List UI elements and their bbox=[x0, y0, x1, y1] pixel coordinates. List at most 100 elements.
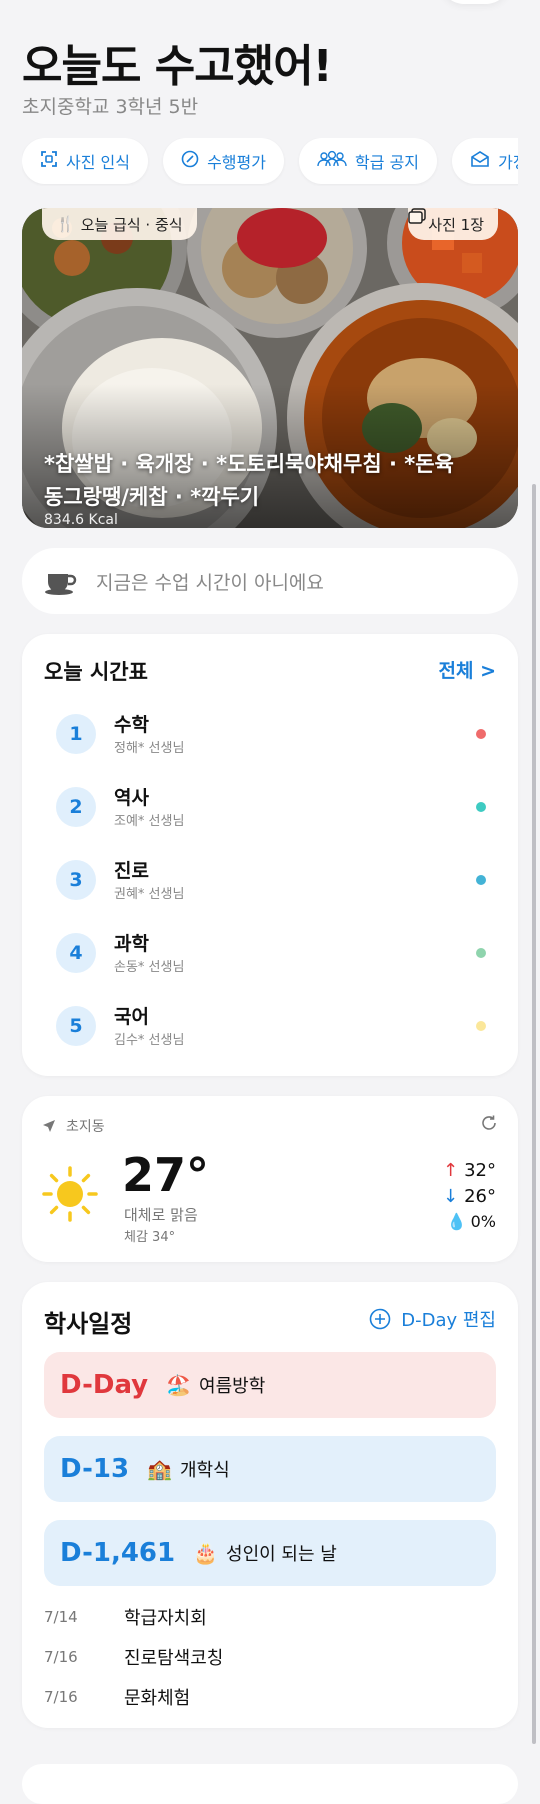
schedule-item[interactable]: 7/16 문화체험 bbox=[44, 1684, 496, 1714]
schedule-name: 문화체험 bbox=[124, 1688, 191, 1709]
low-value: 26° bbox=[464, 1186, 496, 1207]
quick-actions-bar: 사진 인식 수행평가 학급 공지 가정 bbox=[22, 138, 518, 186]
meal-menu: *찹쌀밥 · 육개장 · *도토리묵야채무침 · *돈육동그랑땡/케찹 · *깍… bbox=[44, 452, 454, 509]
subject-name: 과학 bbox=[114, 933, 149, 955]
timetable-row[interactable]: 5 국어 김수* 선생님 bbox=[56, 996, 496, 1056]
weather-card[interactable]: 초지동 27° 대체로 맑음 체감 34° ↑ 32° ↓ 26° 💧 0% bbox=[22, 1096, 518, 1262]
chip-label: 학급 공지 bbox=[355, 153, 420, 172]
refresh-icon[interactable] bbox=[480, 1114, 498, 1137]
dday-item[interactable]: D-1,461 🎂 성인이 되는 날 bbox=[44, 1520, 496, 1586]
schedule-date: 7/16 bbox=[44, 1688, 78, 1706]
period-number: 3 bbox=[56, 860, 96, 900]
period-number: 5 bbox=[56, 1006, 96, 1046]
chip-photo-recognition[interactable]: 사진 인식 bbox=[22, 138, 148, 184]
subject-name: 수학 bbox=[114, 714, 149, 736]
weather-condition: 대체로 맑음 bbox=[124, 1206, 198, 1224]
teacher-name: 손동* 선생님 bbox=[114, 960, 185, 975]
arrow-down-icon: ↓ bbox=[443, 1186, 459, 1207]
teacher-name: 조예* 선생님 bbox=[114, 814, 185, 829]
cake-icon: 🎂 bbox=[193, 1541, 219, 1565]
meal-type-tag: 🍴 오늘 급식 · 중식 bbox=[42, 208, 197, 240]
subject-name: 역사 bbox=[114, 787, 149, 809]
timetable-row[interactable]: 1 수학 정해* 선생님 bbox=[56, 704, 496, 764]
scrollbar[interactable] bbox=[532, 484, 536, 1744]
dday-name: 성인이 되는 날 bbox=[226, 1544, 337, 1565]
feels-like: 체감 34° bbox=[124, 1230, 176, 1245]
chip-class-notice[interactable]: 학급 공지 bbox=[299, 138, 438, 184]
subject-color-dot bbox=[476, 1021, 486, 1031]
schedule-item[interactable]: 7/14 학급자치회 bbox=[44, 1604, 496, 1634]
schedule-date: 7/16 bbox=[44, 1648, 78, 1666]
timetable-card: 오늘 시간표 전체 > 1 수학 정해* 선생님 2 역사 조예* 선생님 3 … bbox=[22, 634, 518, 1076]
subject-name: 진로 bbox=[114, 860, 149, 882]
top-corner-control[interactable] bbox=[440, 0, 510, 4]
chip-label: 사진 인식 bbox=[66, 153, 130, 172]
academic-title: 학사일정 bbox=[44, 1310, 133, 1338]
water-drop-icon: 💧 bbox=[446, 1212, 467, 1231]
subject-color-dot bbox=[476, 875, 486, 885]
dday-name: 개학식 bbox=[179, 1460, 230, 1481]
subject-color-dot bbox=[476, 948, 486, 958]
class-status-text: 지금은 수업 시간이 아니에요 bbox=[96, 571, 324, 594]
teacher-name: 권혜* 선생님 bbox=[114, 887, 185, 902]
dday-item[interactable]: D-13 🏫 개학식 bbox=[44, 1436, 496, 1502]
low-temperature: ↓ 26° bbox=[443, 1186, 496, 1207]
chip-label: 가정 bbox=[498, 153, 518, 172]
period-number: 2 bbox=[56, 787, 96, 827]
page-title: 오늘도 수고했어! bbox=[22, 41, 333, 92]
timetable-all-link[interactable]: 전체 > bbox=[439, 656, 497, 683]
dday-name: 여름방학 bbox=[199, 1376, 266, 1397]
meal-card[interactable]: 🍴 오늘 급식 · 중식 사진 1장 *찹쌀밥 · 육개장 · *도토리묵야채무… bbox=[22, 208, 518, 528]
teacher-name: 김수* 선생님 bbox=[114, 1033, 185, 1048]
chip-home-notice[interactable]: 가정 bbox=[452, 138, 518, 184]
location-arrow-icon bbox=[43, 1120, 55, 1132]
rain-probability: 💧 0% bbox=[447, 1212, 496, 1231]
arrow-up-icon: ↑ bbox=[443, 1160, 459, 1181]
scan-icon bbox=[40, 150, 58, 172]
timetable-row[interactable]: 2 역사 조예* 선생님 bbox=[56, 777, 496, 837]
dday-item[interactable]: D-Day 🏖️ 여름방학 bbox=[44, 1352, 496, 1418]
period-number: 1 bbox=[56, 714, 96, 754]
teacher-name: 정해* 선생님 bbox=[114, 741, 185, 756]
academic-schedule-card: 학사일정 D-Day 편집 D-Day 🏖️ 여름방학 D-13 🏫 개학식 D… bbox=[22, 1282, 518, 1728]
chip-label: 수행평가 bbox=[207, 153, 266, 172]
location-name: 초지동 bbox=[66, 1119, 105, 1135]
rain-value: 0% bbox=[470, 1212, 496, 1231]
meal-calories: 834.6 Kcal bbox=[44, 512, 118, 528]
timetable-title: 오늘 시간표 bbox=[44, 660, 148, 684]
photo-count-tag[interactable]: 사진 1장 bbox=[408, 208, 498, 240]
schedule-name: 학급자치회 bbox=[124, 1608, 207, 1629]
check-circle-icon bbox=[181, 150, 199, 172]
meal-type-label: 오늘 급식 · 중식 bbox=[80, 215, 183, 234]
subject-color-dot bbox=[476, 729, 486, 739]
dday-edit-label: D-Day 편집 bbox=[401, 1310, 496, 1331]
class-status-card: 지금은 수업 시간이 아니에요 bbox=[22, 548, 518, 614]
page: 오늘도 수고했어! 초지중학교 3학년 5반 사진 인식 수행평가 학급 공지 bbox=[0, 0, 540, 1804]
dday-value: D-1,461 bbox=[60, 1538, 176, 1568]
school-icon: 🏫 bbox=[147, 1457, 172, 1481]
utensils-icon: 🍴 bbox=[56, 215, 75, 233]
chip-performance-assessment[interactable]: 수행평가 bbox=[163, 138, 284, 184]
subject-color-dot bbox=[476, 802, 486, 812]
high-temperature: ↑ 32° bbox=[443, 1160, 496, 1181]
schedule-date: 7/14 bbox=[44, 1608, 78, 1626]
subject-name: 국어 bbox=[114, 1006, 149, 1028]
timetable-row[interactable]: 4 과학 손동* 선생님 bbox=[56, 923, 496, 983]
weather-location: 초지동 bbox=[42, 1116, 105, 1136]
envelope-icon bbox=[470, 150, 490, 172]
dday-value: D-13 bbox=[60, 1454, 130, 1484]
sun-icon bbox=[42, 1166, 98, 1222]
people-icon bbox=[317, 150, 347, 172]
high-value: 32° bbox=[464, 1160, 496, 1181]
photo-count-label: 사진 1장 bbox=[428, 215, 484, 234]
plus-circle-icon bbox=[369, 1308, 391, 1330]
dday-edit-button[interactable]: D-Day 편집 bbox=[369, 1306, 496, 1332]
schedule-name: 진로탐색코칭 bbox=[124, 1648, 224, 1669]
period-number: 4 bbox=[56, 933, 96, 973]
timetable-row[interactable]: 3 진로 권혜* 선생님 bbox=[56, 850, 496, 910]
schedule-item[interactable]: 7/16 진로탐색코칭 bbox=[44, 1644, 496, 1674]
next-card-peek bbox=[22, 1764, 518, 1804]
dday-value: D-Day bbox=[60, 1370, 149, 1400]
current-temperature: 27° bbox=[122, 1148, 210, 1202]
beach-icon: 🏖️ bbox=[166, 1373, 192, 1397]
